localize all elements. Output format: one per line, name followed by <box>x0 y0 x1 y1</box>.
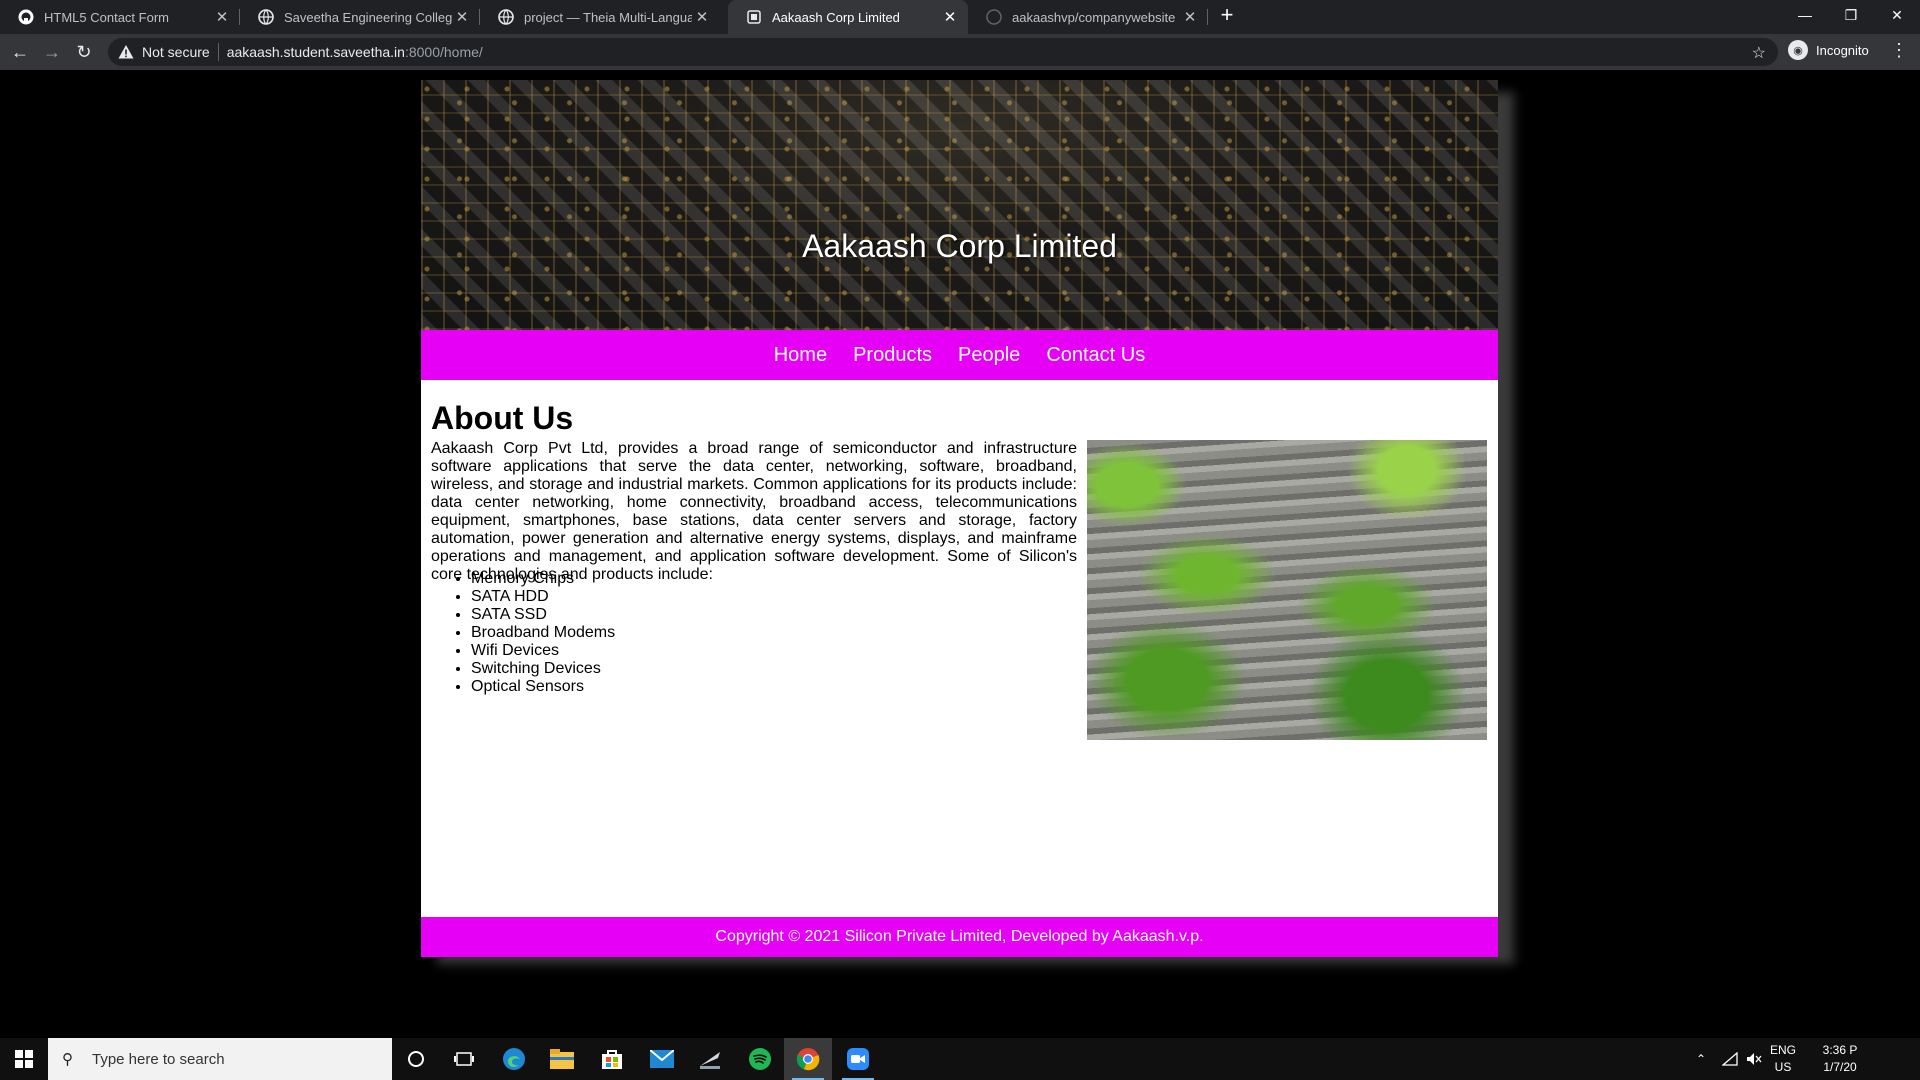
list-item: Optical Sensors <box>471 678 615 696</box>
list-item: Wifi Devices <box>471 642 615 660</box>
incognito-profile[interactable]: ◉ Incognito <box>1788 40 1869 60</box>
microsoft-store-icon[interactable] <box>588 1038 636 1080</box>
url-host: aakaash.student.saveetha.in <box>226 44 405 60</box>
taskbar-search-input[interactable]: ⚲ Type here to search <box>48 1038 392 1080</box>
green-building-image <box>1087 440 1487 740</box>
zoom-icon[interactable] <box>834 1038 882 1080</box>
security-label[interactable]: Not secure <box>142 44 210 60</box>
tab-title: aakaashvp/companywebsite <box>1012 9 1176 25</box>
list-item: Broadband Modems <box>471 624 615 642</box>
volume-muted-icon[interactable] <box>1746 1038 1762 1080</box>
back-arrow-icon[interactable]: ← <box>8 40 32 64</box>
tab-strip: HTML5 Contact Form ✕ Saveetha Engineerin… <box>0 0 1920 34</box>
list-item: SATA HDD <box>471 588 615 606</box>
chrome-icon[interactable] <box>784 1038 832 1080</box>
page-viewport: Aakaash Corp Limited Home Products Peopl… <box>0 70 1920 1038</box>
address-bar[interactable]: Not secure aakaash.student.saveetha.in:8… <box>108 38 1778 66</box>
windows-start-icon[interactable] <box>0 1038 48 1080</box>
github-icon <box>18 9 34 25</box>
search-placeholder: Type here to search <box>92 1050 225 1068</box>
minimize-icon[interactable]: — <box>1782 0 1828 30</box>
list-item: Switching Devices <box>471 660 615 678</box>
region-code: US <box>1774 1060 1792 1074</box>
tab-github-repo[interactable]: aakaashvp/companywebsite ✕ <box>968 0 1208 34</box>
page-icon <box>746 9 762 25</box>
input-language[interactable]: ENG US <box>1770 1042 1796 1076</box>
menu-kebab-icon[interactable]: ⋮ <box>1890 40 1908 61</box>
site-footer: Copyright © 2021 Silicon Private Limited… <box>421 917 1498 957</box>
tab-title: HTML5 Contact Form <box>44 9 169 25</box>
close-window-icon[interactable]: ✕ <box>1874 0 1920 30</box>
nav-home[interactable]: Home <box>774 344 827 367</box>
circuit-board-image <box>421 80 1498 330</box>
file-explorer-icon[interactable] <box>538 1038 586 1080</box>
restore-icon[interactable]: ❐ <box>1828 0 1874 30</box>
tab-saveetha[interactable]: Saveetha Engineering College ✕ <box>240 0 480 34</box>
tab-divider <box>1207 9 1208 25</box>
url-path: :8000/home/ <box>404 44 483 60</box>
tab-theia-project[interactable]: project — Theia Multi-Language ✕ <box>480 0 720 34</box>
tab-title: Saveetha Engineering College <box>284 9 452 25</box>
about-heading: About Us <box>431 400 574 436</box>
cortana-icon[interactable] <box>392 1038 440 1080</box>
site-title: Aakaash Corp Limited <box>802 228 1117 264</box>
taskbar: ⚲ Type here to search ⌃ ENG US 3:36 P 1/… <box>0 1038 1920 1080</box>
language-code: ENG <box>1770 1043 1797 1057</box>
address-divider <box>217 43 219 61</box>
show-hidden-icons[interactable]: ⌃ <box>1696 1038 1706 1080</box>
clock-date: 1/7/20 <box>1823 1060 1857 1074</box>
main-content: About Us Aakaash Corp Pvt Ltd, provides … <box>431 380 1488 740</box>
main-nav: Home Products People Contact Us <box>421 330 1498 380</box>
incognito-icon: ◉ <box>1788 40 1808 60</box>
close-tab-icon[interactable]: ✕ <box>692 8 712 26</box>
site-container: Aakaash Corp Limited Home Products Peopl… <box>421 80 1498 957</box>
nav-people[interactable]: People <box>958 344 1020 367</box>
search-icon: ⚲ <box>62 1051 73 1068</box>
network-icon[interactable] <box>1722 1038 1738 1080</box>
browser-toolbar: ← → ↻ Not secure aakaash.student.saveeth… <box>0 34 1920 70</box>
forward-arrow-icon[interactable]: → <box>40 40 64 64</box>
new-tab-button[interactable]: + <box>1212 2 1242 28</box>
spotify-icon[interactable] <box>736 1038 784 1080</box>
tab-title: Aakaash Corp Limited <box>772 9 900 25</box>
tab-aakaash-corp[interactable]: Aakaash Corp Limited ✕ <box>728 0 968 34</box>
reload-icon[interactable]: ↻ <box>72 40 96 64</box>
app-icon[interactable] <box>686 1038 734 1080</box>
close-tab-icon[interactable]: ✕ <box>212 8 232 26</box>
product-list: Memory Chips SATA HDD SATA SSD Broadband… <box>431 570 615 696</box>
globe-icon <box>258 9 274 25</box>
system-clock[interactable]: 3:36 P 1/7/20 <box>1800 1042 1880 1076</box>
warning-icon <box>118 44 134 60</box>
list-item: Memory Chips <box>471 570 615 588</box>
close-tab-icon[interactable]: ✕ <box>1180 8 1200 26</box>
tab-title: project — Theia Multi-Language <box>524 9 692 25</box>
bookmark-star-icon[interactable]: ☆ <box>1752 43 1766 63</box>
close-tab-icon[interactable]: ✕ <box>452 8 472 26</box>
incognito-label: Incognito <box>1816 42 1869 58</box>
edge-icon[interactable] <box>490 1038 538 1080</box>
tab-html5-contact-form[interactable]: HTML5 Contact Form ✕ <box>0 0 240 34</box>
globe-icon <box>498 9 514 25</box>
header-banner: Aakaash Corp Limited <box>421 80 1498 330</box>
clock-time: 3:36 P <box>1822 1043 1858 1057</box>
list-item: SATA SSD <box>471 606 615 624</box>
github-icon <box>986 9 1002 25</box>
about-paragraph: Aakaash Corp Pvt Ltd, provides a broad r… <box>431 440 1077 583</box>
close-tab-icon[interactable]: ✕ <box>940 8 960 26</box>
nav-products[interactable]: Products <box>853 344 932 367</box>
mail-icon[interactable] <box>638 1038 686 1080</box>
nav-contact-us[interactable]: Contact Us <box>1046 344 1145 367</box>
task-view-icon[interactable] <box>440 1038 488 1080</box>
